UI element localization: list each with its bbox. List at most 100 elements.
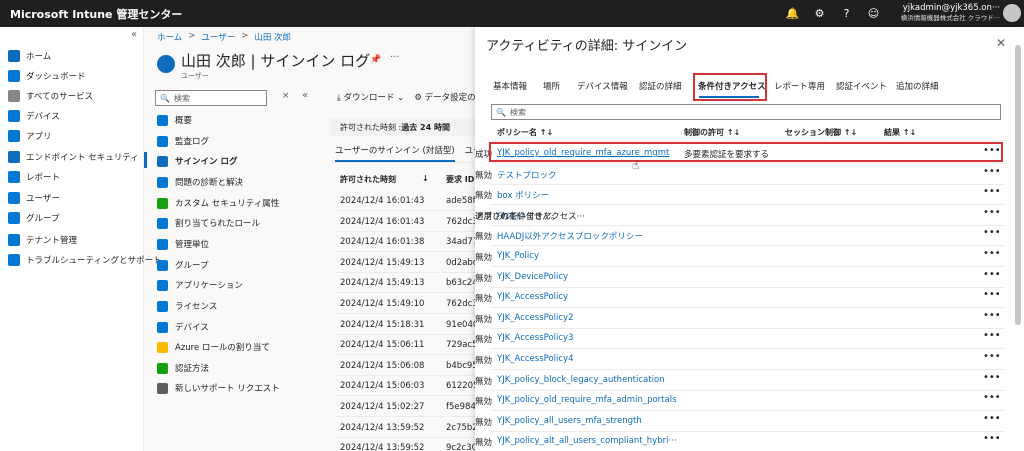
tab-interactive-signins[interactable]: ユーザーのサインイン (対話型) xyxy=(335,144,455,162)
table-row[interactable]: 2024/12/4 13:59:52 9c2c30 xyxy=(340,439,476,451)
policy-row[interactable]: テスト アプリの条件付きアクセス··· 適用されていません。 ••• xyxy=(475,206,1024,224)
table-row[interactable]: 2024/12/4 15:49:13 b63c24 xyxy=(340,274,476,292)
account-info[interactable]: yjkadmin@yjk365.on··· 横浜情報機器株式会社 クラウド··· xyxy=(894,3,1000,23)
panel-tab[interactable]: 追加の詳細 xyxy=(896,80,939,92)
policy-row[interactable]: YJK_policy_old_require_mfa_admin_portals… xyxy=(475,391,1024,409)
policy-row[interactable]: YJK_AccessPolicy3 無効 ••• xyxy=(475,329,1024,347)
menu-item[interactable]: 管理単位 xyxy=(157,236,209,252)
panel-tab[interactable]: レポート専用 xyxy=(774,80,825,92)
policy-row[interactable]: box ポリシー 無効 ••• xyxy=(475,185,1024,203)
nav-item[interactable]: エンドポイント セキュリティ xyxy=(8,149,139,165)
table-row[interactable]: 2024/12/4 15:06:03 612205 xyxy=(340,377,476,395)
policy-search-input[interactable]: 🔍 検索 xyxy=(491,104,1001,120)
row-more-icon[interactable]: ••• xyxy=(983,186,1001,197)
menu-item[interactable]: サインイン ログ xyxy=(157,153,237,169)
col-grant-controls[interactable]: 制御の許可 ↑↓ xyxy=(684,127,740,138)
panel-tab[interactable]: デバイス情報 xyxy=(577,80,628,92)
breadcrumb-home[interactable]: ホーム xyxy=(157,31,182,43)
menu-item[interactable]: グループ xyxy=(157,257,209,273)
row-more-icon[interactable]: ••• xyxy=(983,207,1001,218)
policy-name-link[interactable]: box ポリシー xyxy=(497,189,677,201)
panel-tab[interactable]: 基本情報 xyxy=(493,80,527,92)
policy-row[interactable]: YJK_policy_block_legacy_authentication 無効… xyxy=(475,371,1024,389)
collapse-nav-icon[interactable]: « xyxy=(131,29,137,40)
menu-item[interactable]: 認証方法 xyxy=(157,360,209,376)
col-time[interactable]: 許可された時刻 xyxy=(340,174,422,185)
menu-item[interactable]: 概要 xyxy=(157,112,192,128)
row-more-icon[interactable]: ••• xyxy=(983,269,1001,280)
collapse-menu-icon[interactable]: « xyxy=(302,90,308,101)
policy-row[interactable]: YJK_AccessPolicy2 無効 ••• xyxy=(475,309,1024,327)
menu-item[interactable]: デバイス xyxy=(157,319,209,335)
sort-icon[interactable]: ↓ xyxy=(422,174,446,185)
policy-row[interactable]: YJK_Policy 無効 ••• xyxy=(475,247,1024,265)
row-more-icon[interactable]: ••• xyxy=(983,351,1001,362)
help-icon[interactable]: ? xyxy=(838,5,855,22)
col-policy-name[interactable]: ポリシー名 ↑↓ xyxy=(497,127,553,138)
policy-name-link[interactable]: YJK_policy_alt_all_users_compliant_hybri… xyxy=(497,436,677,446)
policy-name-link[interactable]: HAADJ以外アクセスブロックポリシー xyxy=(497,230,677,242)
policy-name-link[interactable]: YJK_policy_old_require_mfa_admin_portals xyxy=(497,395,677,405)
policy-row[interactable]: YJK_policy_alt_all_users_compliant_hybri… xyxy=(475,432,1024,450)
col-result[interactable]: 結果 ↑↓ xyxy=(884,127,916,138)
avatar[interactable] xyxy=(1003,4,1021,22)
nav-item[interactable]: すべてのサービス xyxy=(8,88,93,104)
table-row[interactable]: 2024/12/4 15:06:11 729ac5 xyxy=(340,336,476,354)
policy-name-link[interactable]: YJK_DevicePolicy xyxy=(497,272,677,282)
policy-row[interactable]: YJK_AccessPolicy 無効 ••• xyxy=(475,288,1024,306)
row-more-icon[interactable]: ••• xyxy=(983,392,1001,403)
nav-item[interactable]: ユーザー xyxy=(8,190,60,206)
policy-name-link[interactable]: YJK_AccessPolicy4 xyxy=(497,354,677,364)
nav-item[interactable]: レポート xyxy=(8,169,60,185)
download-button[interactable]: ⤓ ダウンロード ⌄ xyxy=(337,91,404,103)
table-row[interactable]: 2024/12/4 16:01:38 34ad77 xyxy=(340,233,476,251)
panel-tab[interactable]: 認証イベント xyxy=(836,80,887,92)
policy-name-link[interactable]: YJK_AccessPolicy3 xyxy=(497,333,677,343)
table-row[interactable]: 2024/12/4 15:49:13 0d2abc xyxy=(340,254,476,272)
row-more-icon[interactable]: ••• xyxy=(983,310,1001,321)
gear-icon[interactable]: ⚙ xyxy=(811,5,828,22)
row-more-icon[interactable]: ••• xyxy=(983,372,1001,383)
menu-search-input[interactable]: 🔍 検索 xyxy=(155,90,267,106)
row-more-icon[interactable]: ••• xyxy=(983,433,1001,444)
bell-icon[interactable]: 🔔 xyxy=(784,5,801,22)
more-icon[interactable]: ··· xyxy=(390,52,400,63)
panel-tab[interactable]: 認証の詳細 xyxy=(639,80,682,92)
panel-tab[interactable]: 場所 xyxy=(543,80,560,92)
app-title[interactable]: Microsoft Intune 管理センター xyxy=(0,6,182,22)
nav-item[interactable]: アプリ xyxy=(8,128,52,144)
menu-item[interactable]: 割り当てられたロール xyxy=(157,215,260,231)
pin-icon[interactable]: 📌 xyxy=(370,55,381,65)
time-filter-chip[interactable]: 許可された時刻 : 過去 24 時間 xyxy=(330,118,475,136)
nav-item[interactable]: トラブルシューティングとサポート xyxy=(8,252,162,268)
menu-item[interactable]: 監査ログ xyxy=(157,133,209,149)
table-row[interactable]: 2024/12/4 15:02:27 f5e984 xyxy=(340,398,476,416)
panel-scrollbar[interactable] xyxy=(1015,45,1021,325)
policy-row[interactable]: YJK_DevicePolicy 無効 ••• xyxy=(475,268,1024,286)
clear-search-icon[interactable]: × xyxy=(282,91,290,101)
table-row[interactable]: 2024/12/4 15:06:08 b4bc95 xyxy=(340,357,476,375)
policy-name-link[interactable]: テストブロック xyxy=(497,169,677,181)
policy-name-link[interactable]: YJK_AccessPolicy2 xyxy=(497,313,677,323)
nav-item[interactable]: グループ xyxy=(8,210,60,226)
table-row[interactable]: 2024/12/4 16:01:43 762dc3 xyxy=(340,213,476,231)
col-request-id[interactable]: 要求 ID xyxy=(446,174,474,185)
table-row[interactable]: 2024/12/4 13:59:52 2c75b2 xyxy=(340,419,476,437)
policy-name-link[interactable]: YJK_policy_all_users_mfa_strength xyxy=(497,416,677,426)
row-more-icon[interactable]: ••• xyxy=(983,330,1001,341)
menu-item[interactable]: 問題の診断と解決 xyxy=(157,174,243,190)
row-more-icon[interactable]: ••• xyxy=(983,248,1001,259)
menu-item[interactable]: カスタム セキュリティ属性 xyxy=(157,195,279,211)
policy-name-link[interactable]: YJK_policy_block_legacy_authentication xyxy=(497,375,677,385)
col-session-controls[interactable]: セッション制御 ↑↓ xyxy=(785,127,857,138)
breadcrumb-users[interactable]: ユーザー xyxy=(201,31,235,43)
policy-name-link[interactable]: YJK_AccessPolicy xyxy=(497,292,677,302)
nav-item[interactable]: ダッシュボード xyxy=(8,68,86,84)
table-row[interactable]: 2024/12/4 15:49:10 762dc3 xyxy=(340,295,476,313)
nav-item[interactable]: ホーム xyxy=(8,48,51,64)
row-more-icon[interactable]: ••• xyxy=(983,227,1001,238)
menu-item[interactable]: アプリケーション xyxy=(157,277,243,293)
table-row[interactable]: 2024/12/4 15:18:31 91e040 xyxy=(340,316,476,334)
row-more-icon[interactable]: ••• xyxy=(983,166,1001,177)
menu-item[interactable]: 新しいサポート リクエスト xyxy=(157,380,280,396)
